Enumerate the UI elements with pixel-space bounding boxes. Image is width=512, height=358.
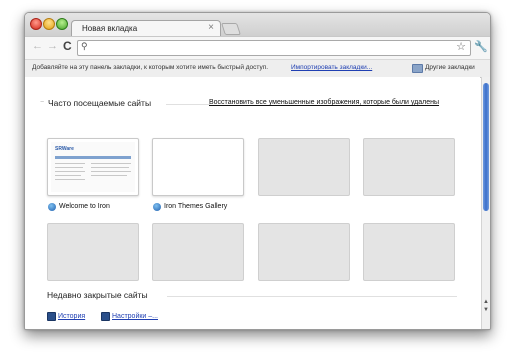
preview-line	[55, 163, 85, 164]
bookmark-star-icon[interactable]: ☆	[456, 40, 466, 53]
preview-line	[91, 171, 131, 172]
preview-line	[55, 171, 85, 172]
thumbnail-empty	[152, 223, 244, 281]
recent-item-history[interactable]: История	[47, 308, 86, 322]
recent-item-settings[interactable]: Настройки –...	[101, 308, 158, 322]
back-icon[interactable]: ←	[32, 40, 43, 52]
thumbnail-title: Iron Themes Gallery	[164, 203, 228, 211]
thumbnail-iron-themes-gallery[interactable]	[152, 138, 244, 196]
wrench-icon[interactable]: 🔧	[474, 40, 488, 53]
preview-line	[91, 163, 131, 164]
scroll-down-icon[interactable]: ▼	[483, 307, 489, 313]
scroll-up-icon[interactable]: ▲	[483, 299, 489, 305]
thumbnail-empty	[258, 223, 350, 281]
vertical-scrollbar[interactable]: ▲ ▼	[481, 77, 490, 329]
most-visited-title: Часто посещаемые сайты	[48, 98, 152, 108]
recent-item-label: Настройки –...	[112, 313, 158, 321]
recent-item-label: История	[58, 313, 86, 321]
minimize-window-button[interactable]	[43, 18, 55, 30]
thumbnail-empty	[258, 138, 350, 196]
divider	[167, 296, 457, 297]
navigation-toolbar: ← → C ⚲ ☆ 🔧	[25, 36, 490, 59]
thumbnail-empty	[363, 138, 455, 196]
preview-line	[55, 167, 83, 168]
address-bar[interactable]: ⚲ ☆	[77, 40, 471, 56]
folder-icon	[412, 64, 423, 73]
browser-window: Новая вкладка × ← → C ⚲ ☆ 🔧 Добавляйте н…	[24, 12, 491, 330]
reload-icon[interactable]: C	[63, 39, 72, 53]
search-icon: ⚲	[81, 41, 88, 51]
divider	[166, 104, 210, 105]
bookmarks-hint: Добавляйте на эту панель закладки, к кот…	[32, 64, 269, 71]
history-icon	[47, 312, 56, 322]
bookmarks-bar: Добавляйте на эту панель закладки, к кот…	[25, 59, 490, 78]
recently-closed-title: Недавно закрытые сайты	[47, 290, 148, 300]
title-bar: Новая вкладка ×	[25, 13, 490, 38]
new-tab-button[interactable]	[221, 23, 241, 35]
most-visited-header: − Часто посещаемые сайты Восстановить вс…	[40, 98, 460, 110]
preview-line	[55, 179, 85, 180]
wrench-icon	[101, 312, 110, 322]
preview-logo: SRWare	[55, 146, 74, 152]
preview-line	[91, 167, 129, 168]
preview-line	[55, 175, 81, 176]
other-bookmarks-button[interactable]: Другие закладки	[425, 64, 475, 71]
tab-close-icon[interactable]: ×	[208, 22, 214, 33]
import-bookmarks-link[interactable]: Импортировать закладки...	[291, 64, 372, 71]
close-window-button[interactable]	[30, 18, 42, 30]
thumbnail-empty	[47, 223, 139, 281]
globe-icon	[48, 202, 56, 211]
thumbnail-welcome-to-iron[interactable]: SRWare	[47, 138, 139, 196]
preview-nav-bar	[55, 156, 131, 159]
new-tab-page: − Часто посещаемые сайты Восстановить вс…	[25, 77, 480, 329]
page-preview: SRWare	[51, 142, 135, 192]
scrollbar-thumb[interactable]	[483, 83, 489, 211]
collapse-icon[interactable]: −	[40, 99, 44, 106]
thumbnail-label-welcome-to-iron[interactable]: Welcome to Iron	[48, 198, 110, 211]
preview-line	[91, 175, 127, 176]
thumbnail-label-iron-themes-gallery[interactable]: Iron Themes Gallery	[153, 198, 228, 211]
tab-title: Новая вкладка	[82, 24, 138, 33]
restore-thumbnails-link[interactable]: Восстановить все уменьшенные изображения…	[209, 99, 439, 106]
thumbnail-empty	[363, 223, 455, 281]
zoom-window-button[interactable]	[56, 18, 68, 30]
thumbnail-title: Welcome to Iron	[59, 203, 110, 211]
forward-icon[interactable]: →	[47, 40, 58, 52]
globe-icon	[153, 202, 161, 211]
